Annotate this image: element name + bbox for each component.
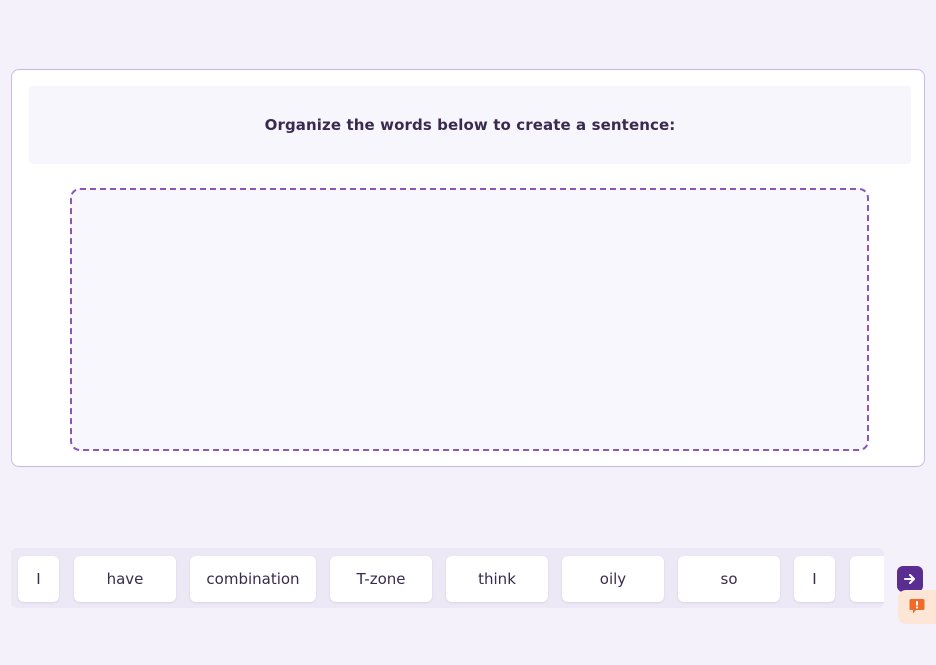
word-bank-tray[interactable]: I have combination T-zone think oily so … xyxy=(11,548,884,608)
sentence-drop-zone[interactable] xyxy=(70,188,869,451)
next-button[interactable] xyxy=(897,566,923,592)
word-chip[interactable]: T-zone xyxy=(330,556,432,602)
word-chip[interactable]: so xyxy=(678,556,780,602)
word-chip[interactable]: I xyxy=(794,556,835,602)
exercise-card: Organize the words below to create a sen… xyxy=(11,69,925,467)
word-chip[interactable]: combination xyxy=(190,556,316,602)
report-button[interactable] xyxy=(898,590,936,624)
instruction-bar: Organize the words below to create a sen… xyxy=(29,86,911,164)
arrow-right-icon xyxy=(904,574,915,584)
word-chip[interactable]: think xyxy=(446,556,548,602)
word-chip[interactable]: I xyxy=(18,556,59,602)
word-chip[interactable] xyxy=(850,556,884,602)
word-chip[interactable]: oily xyxy=(562,556,664,602)
word-chip[interactable]: have xyxy=(74,556,176,602)
exclamation-icon xyxy=(909,599,925,614)
instruction-text: Organize the words below to create a sen… xyxy=(264,116,676,134)
